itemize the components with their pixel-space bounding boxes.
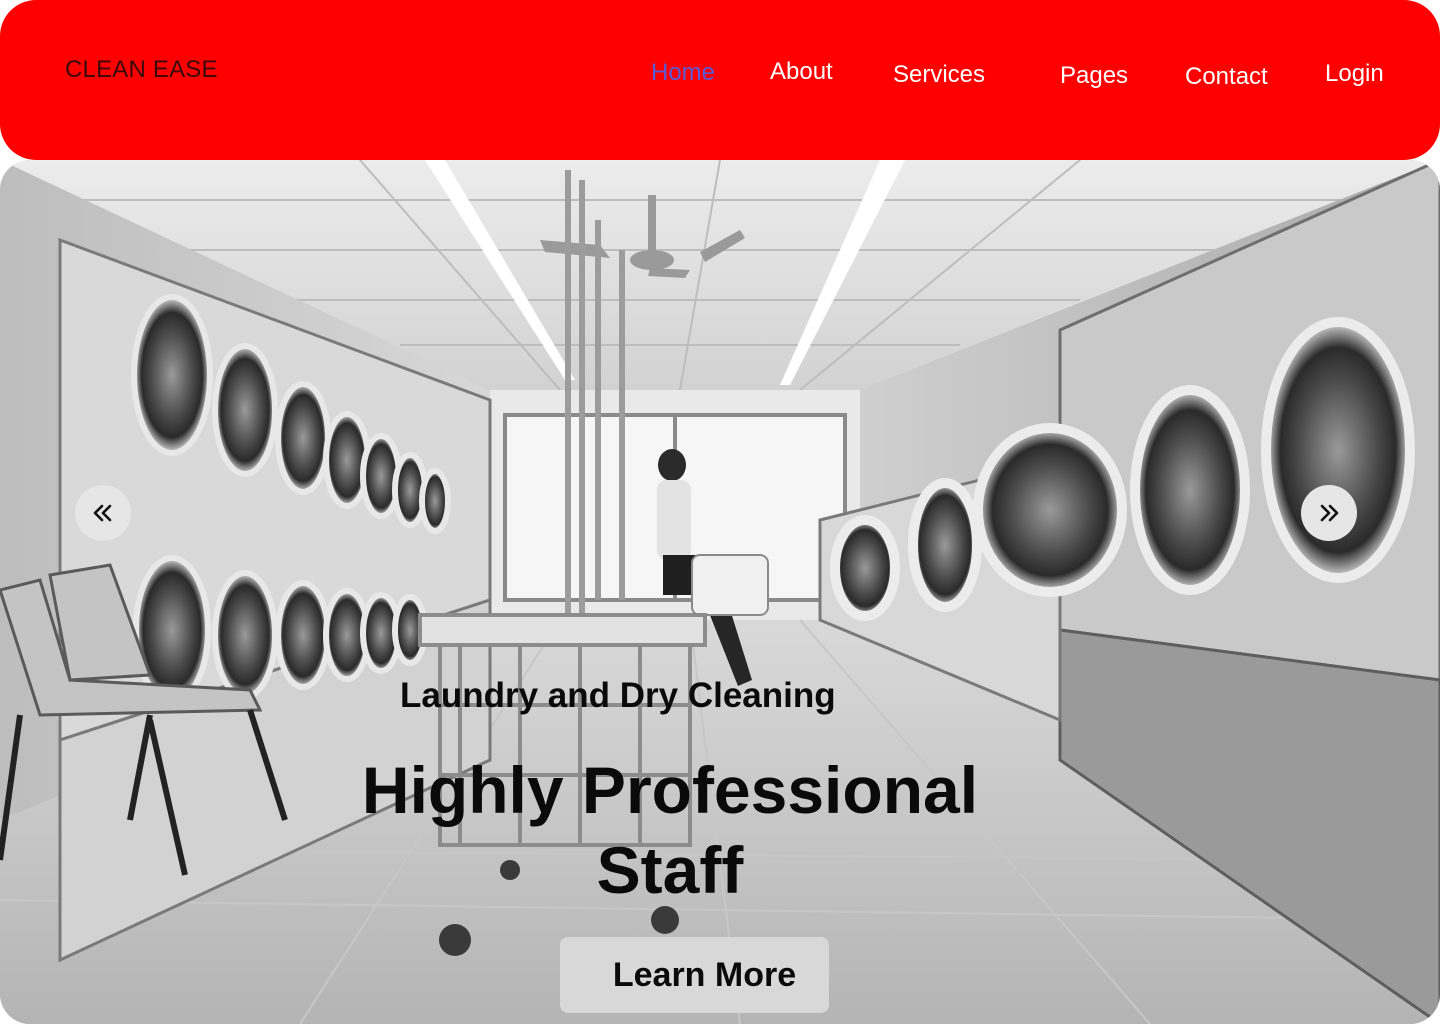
nav-link-services[interactable]: Services — [893, 61, 985, 89]
nav-link-pages[interactable]: Pages — [1060, 62, 1128, 90]
learn-more-button[interactable]: Learn More — [560, 937, 829, 1013]
carousel-prev-button[interactable] — [75, 485, 131, 541]
hero-subtitle: Laundry and Dry Cleaning — [400, 676, 836, 715]
nav-link-about[interactable]: About — [770, 58, 833, 86]
navbar: CLEAN EASE Home About Services Pages Con… — [0, 0, 1440, 160]
double-chevron-left-icon — [93, 504, 112, 522]
nav-link-login[interactable]: Login — [1325, 60, 1384, 88]
hero-title: Highly Professional Staff — [361, 753, 979, 907]
nav-link-home[interactable]: Home — [651, 59, 715, 87]
nav-link-contact[interactable]: Contact — [1185, 63, 1268, 91]
double-chevron-right-icon — [1320, 504, 1339, 522]
carousel-next-button[interactable] — [1301, 485, 1357, 541]
hero-section: Laundry and Dry Cleaning Highly Professi… — [0, 160, 1440, 1024]
brand-logo[interactable]: CLEAN EASE — [65, 56, 218, 84]
